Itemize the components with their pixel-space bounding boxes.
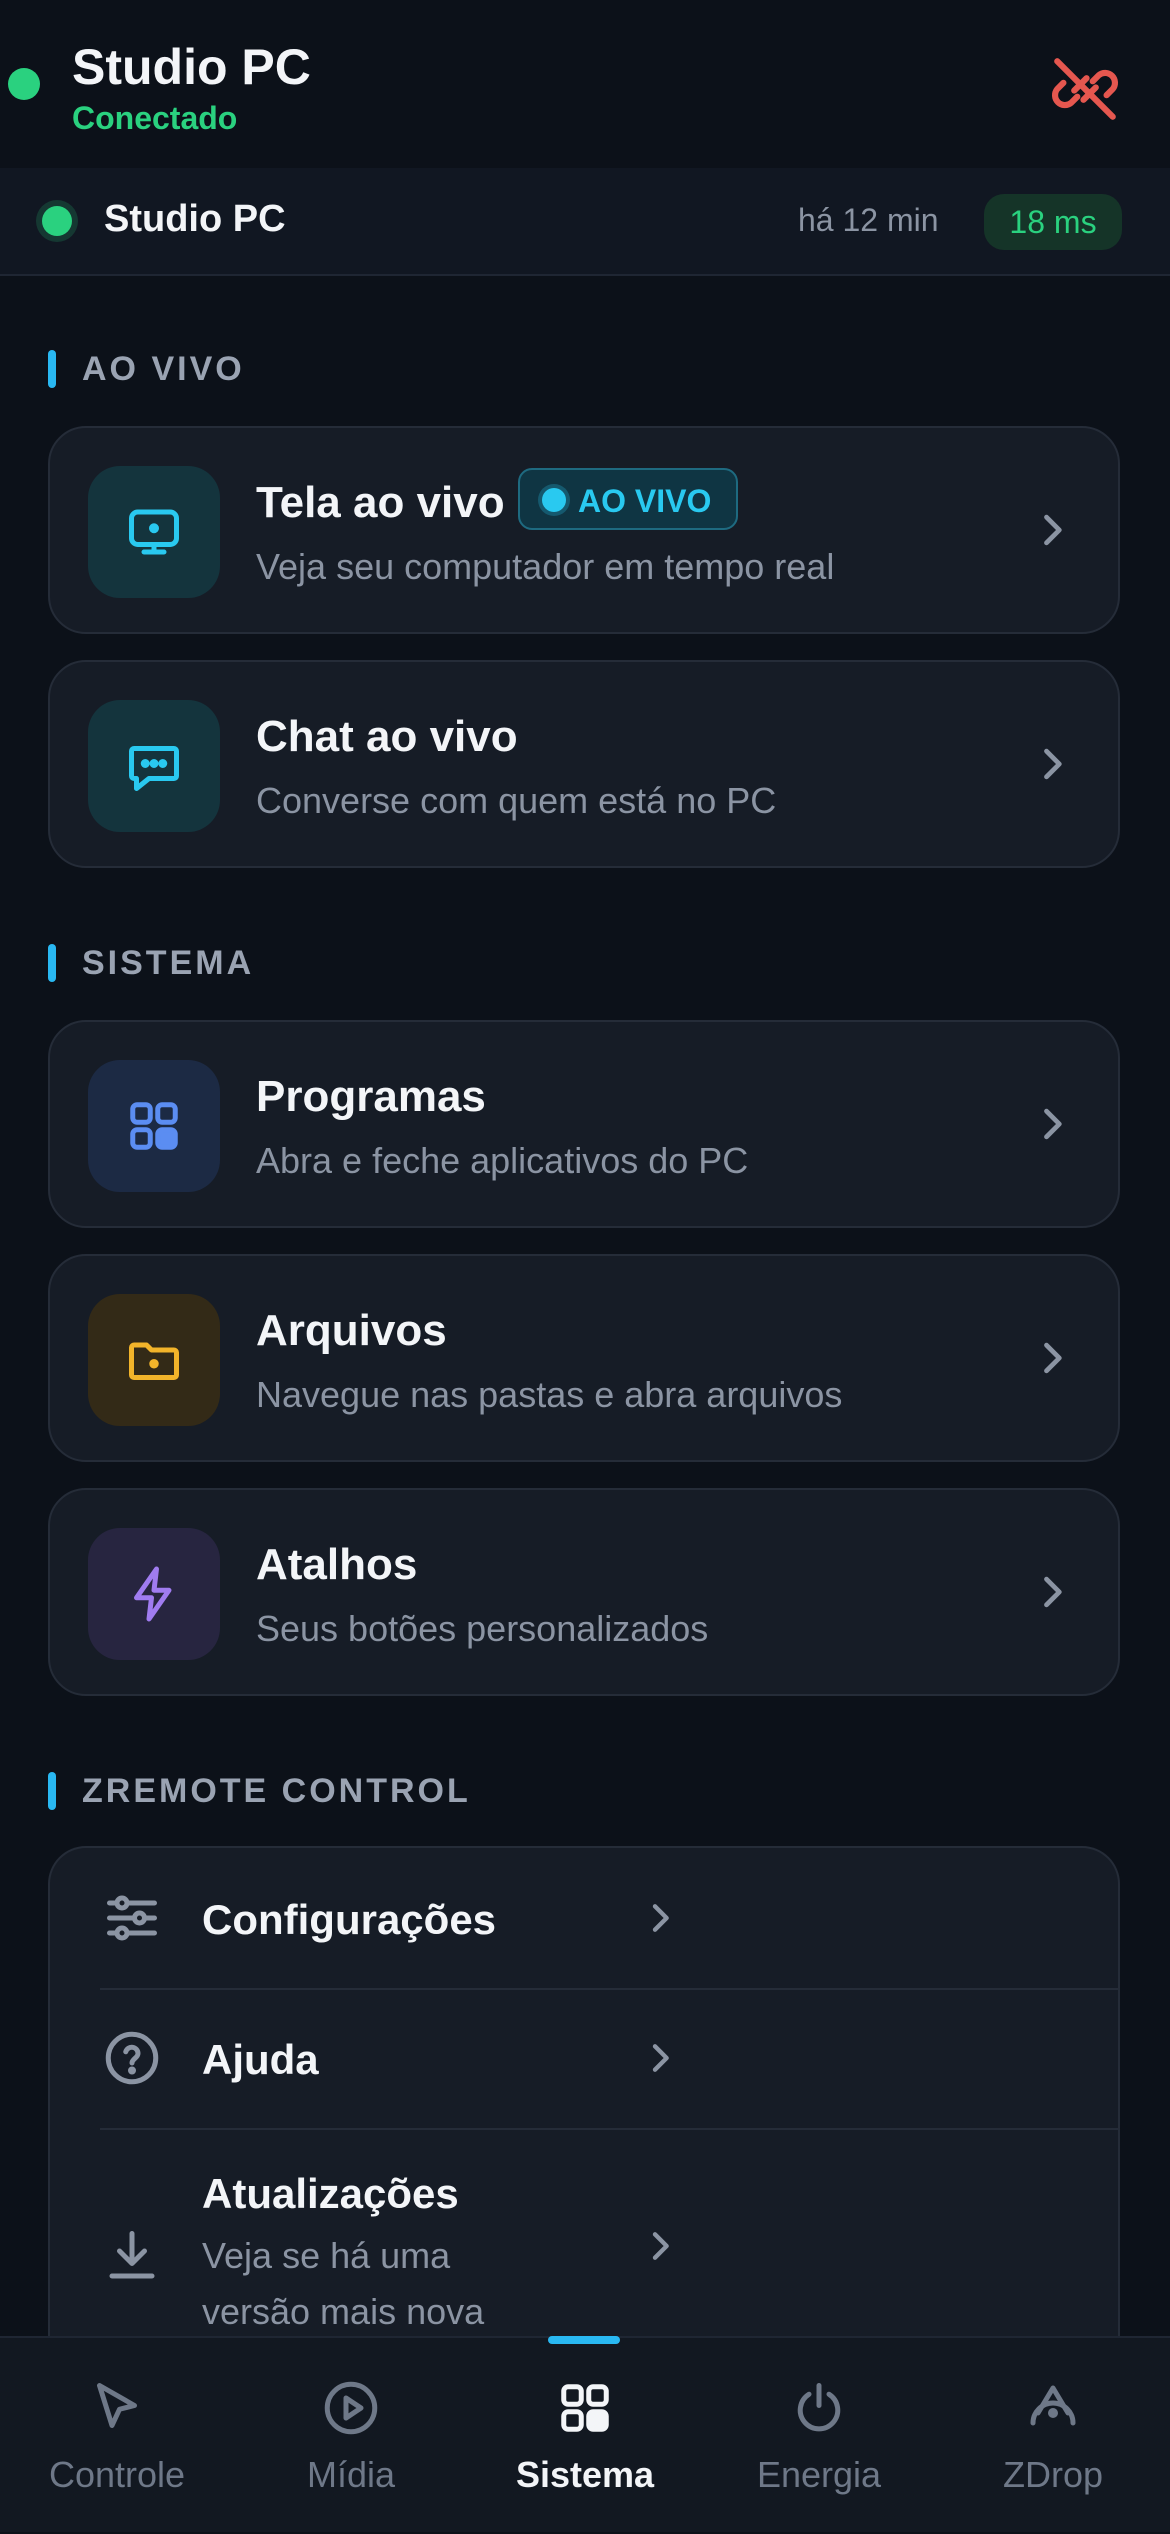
device-online-indicator <box>42 206 72 236</box>
shortcuts-icon-box <box>88 1528 220 1660</box>
sliders-icon <box>107 1895 157 1941</box>
shortcuts-card[interactable]: Atalhos Seus botões personalizados <box>48 1488 1120 1696</box>
bottom-nav: Controle Mídia Sistema Energia ZDrop <box>0 2336 1170 2532</box>
section-live-heading: AO VIVO <box>48 350 245 389</box>
updates-label: Atualizações <box>202 2170 459 2217</box>
tab-zdrop[interactable]: ZDrop <box>936 2338 1170 2534</box>
app-header: Studio PC Conectado <box>0 0 1170 168</box>
device-title: Studio PC <box>72 39 311 95</box>
chat-icon <box>129 746 179 791</box>
last-seen: há 12 min <box>798 202 939 238</box>
programs-subtitle: Abra e feche aplicativos do PC <box>256 1140 749 1181</box>
files-title: Arquivos <box>256 1306 447 1355</box>
help-label: Ajuda <box>202 2036 319 2083</box>
tab-sistema[interactable]: Sistema <box>468 2338 702 2534</box>
power-icon <box>797 2383 841 2432</box>
live-badge: AO VIVO <box>518 468 738 530</box>
tab-controle[interactable]: Controle <box>0 2338 234 2534</box>
apps-grid-icon <box>130 1102 178 1150</box>
programs-title: Programas <box>256 1072 486 1121</box>
live-chat-icon-box <box>88 700 220 832</box>
help-circle-icon <box>105 2031 159 2085</box>
live-chat-card[interactable]: Chat ao vivo Converse com quem está no P… <box>48 660 1120 868</box>
live-screen-card[interactable]: Tela ao vivo AO VIVO Veja seu computador… <box>48 426 1120 634</box>
grid-icon <box>561 2384 609 2432</box>
settings-label: Configurações <box>202 1896 497 1943</box>
connection-status-dot <box>8 68 40 100</box>
programs-icon-box <box>88 1060 220 1192</box>
chevron-right-icon <box>652 2232 669 2260</box>
tab-energia[interactable]: Energia <box>702 2338 936 2534</box>
updates-subtitle: Veja se há uma versão mais nova <box>202 2235 485 2332</box>
chevron-right-icon <box>652 2044 669 2072</box>
download-icon <box>109 2231 155 2279</box>
tab-label: Controle <box>48 2454 186 2495</box>
shortcuts-title: Atalhos <box>256 1540 418 1589</box>
device-name: Studio PC <box>104 198 286 240</box>
lightning-icon <box>134 1566 172 1622</box>
chevron-right-icon <box>652 1904 669 1932</box>
files-icon-box <box>88 1294 220 1426</box>
chevron-right-icon <box>1044 1342 1062 1374</box>
files-card[interactable]: Arquivos Navegue nas pastas e abra arqui… <box>48 1254 1120 1462</box>
chevron-right-icon <box>1044 514 1062 546</box>
files-subtitle: Navegue nas pastas e abra arquivos <box>256 1374 843 1415</box>
live-screen-subtitle: Veja seu computador em tempo real <box>256 546 835 587</box>
tab-label: Sistema <box>515 2454 655 2495</box>
tab-label: Energia <box>756 2454 882 2495</box>
folder-icon <box>129 1342 179 1380</box>
latency-badge: 18 ms <box>984 194 1122 250</box>
monitor-icon <box>129 509 179 555</box>
programs-card[interactable]: Programas Abra e feche aplicativos do PC <box>48 1020 1120 1228</box>
tab-midia[interactable]: Mídia <box>234 2338 468 2534</box>
connection-status: Conectado <box>72 100 238 136</box>
live-screen-title: Tela ao vivo <box>256 478 505 527</box>
tab-label: ZDrop <box>1002 2454 1104 2495</box>
live-chat-title: Chat ao vivo <box>256 712 518 761</box>
live-badge-label: AO VIVO <box>578 483 712 519</box>
chevron-right-icon <box>1044 1108 1062 1140</box>
settings-row[interactable]: Configurações <box>50 1848 1118 1988</box>
app-settings-list: Configurações Ajuda Atualizações Veja se… <box>48 1846 1120 2386</box>
live-badge-dot <box>542 488 566 512</box>
chevron-right-icon <box>1044 748 1062 780</box>
cursor-icon <box>97 2383 137 2428</box>
live-screen-icon-box <box>88 466 220 598</box>
help-row[interactable]: Ajuda <box>50 1990 1118 2128</box>
tab-label: Mídia <box>306 2454 396 2495</box>
section-app-heading: ZREMOTE CONTROL <box>48 1772 471 1811</box>
play-circle-icon <box>324 2381 378 2435</box>
link-off-icon[interactable] <box>1048 52 1122 126</box>
airdrop-icon <box>1030 2385 1076 2426</box>
shortcuts-subtitle: Seus botões personalizados <box>256 1608 709 1649</box>
section-system-heading: SISTEMA <box>48 944 254 983</box>
chevron-right-icon <box>1044 1576 1062 1608</box>
live-chat-subtitle: Converse com quem está no PC <box>256 780 777 821</box>
